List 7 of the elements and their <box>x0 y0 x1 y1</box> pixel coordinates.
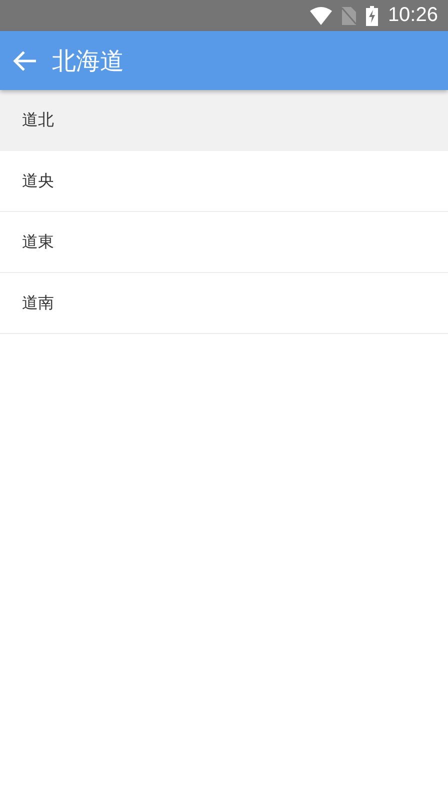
wifi-icon <box>310 6 332 24</box>
clock-time: 10:26 <box>388 4 438 27</box>
no-sim-icon <box>342 6 356 24</box>
list-item[interactable]: 道北 <box>0 90 448 151</box>
back-button[interactable] <box>12 48 38 72</box>
app-bar-title: 北海道 <box>52 46 124 76</box>
battery-charging-icon <box>366 6 378 26</box>
